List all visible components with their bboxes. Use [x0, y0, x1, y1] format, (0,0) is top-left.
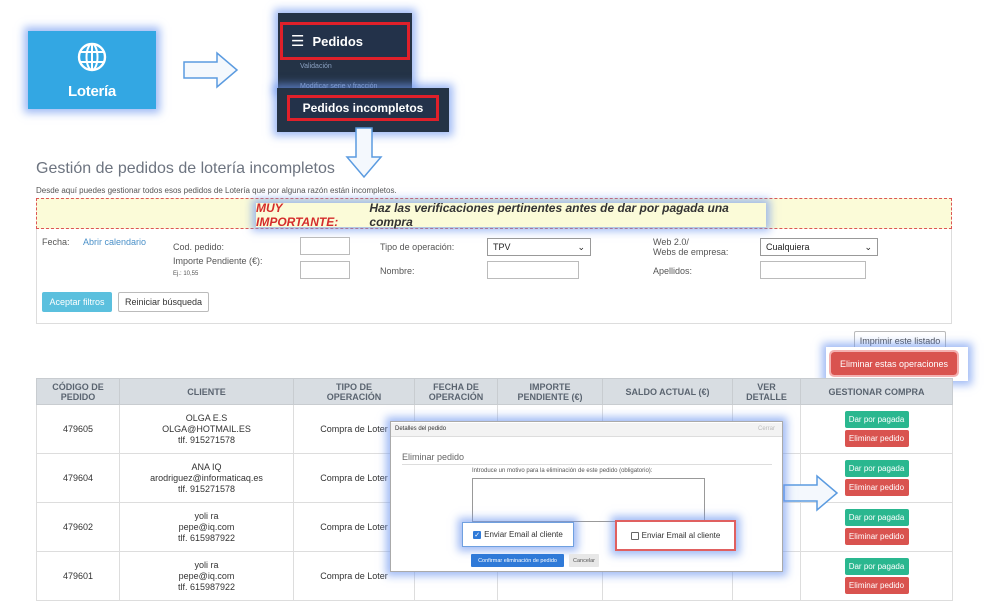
delete-order-button[interactable]: Eliminar pedido: [844, 479, 909, 496]
col-saldo: SALDO ACTUAL (€): [602, 378, 733, 405]
client-name: OLGA E.S: [185, 412, 228, 423]
delete-operations-button[interactable]: Eliminar estas operaciones: [829, 350, 959, 377]
send-email-checked-option[interactable]: ✓ Enviar Email al cliente: [462, 522, 574, 547]
reset-search-button[interactable]: Reiniciar búsqueda: [118, 292, 209, 312]
checkbox-unchecked-icon[interactable]: [630, 531, 639, 540]
table-header-row: CÓDIGO DE PEDIDO CLIENTE TIPO DE OPERACIÓN…: [36, 378, 953, 405]
fecha-label: Fecha:: [42, 237, 70, 247]
mark-paid-button[interactable]: Dar por pagada: [844, 558, 909, 575]
web-label-2: Webs de empresa:: [653, 247, 729, 257]
col-ver: VER DETALLE: [732, 378, 801, 405]
client-cell: OLGA E.S OLGA@HOTMAIL.ES tlf. 915271578: [119, 404, 294, 454]
arrow-right-icon: [783, 474, 839, 514]
delete-order-button[interactable]: Eliminar pedido: [844, 577, 909, 594]
mark-paid-button[interactable]: Dar por pagada: [844, 460, 909, 477]
client-phone: tlf. 915271578: [177, 434, 236, 445]
col-codigo: CÓDIGO DE PEDIDO: [36, 378, 120, 405]
loteria-label: Lotería: [68, 82, 116, 100]
menu-item-pedidos-incompletos[interactable]: Pedidos incompletos: [287, 95, 439, 121]
warning-text: Haz las verificaciones pertinentes antes…: [369, 201, 729, 229]
arrow-right-icon: [183, 51, 239, 91]
apellidos-input[interactable]: [760, 261, 866, 279]
web-select[interactable]: Cualquiera ⌄: [760, 238, 878, 256]
client-email: pepe@iq.com: [178, 570, 235, 581]
chevron-down-icon: ⌄: [864, 241, 872, 252]
menu-sub-item[interactable]: Validación: [300, 63, 332, 70]
importe-label: Importe Pendiente (€):: [173, 256, 263, 266]
cancel-button[interactable]: Cancelar: [569, 554, 599, 567]
reason-textarea[interactable]: [472, 478, 705, 522]
client-cell: yoli ra pepe@iq.com tlf. 615987922: [119, 551, 294, 601]
page-description: Desde aquí puedes gestionar todos esos p…: [36, 186, 397, 195]
col-gestionar: GESTIONAR COMPRA: [800, 378, 953, 405]
apellidos-label: Apellidos:: [653, 266, 693, 276]
col-tipo: TIPO DE OPERACIÓN: [293, 378, 415, 405]
manage-cell: Dar por pagada Eliminar pedido: [800, 551, 953, 601]
cod-pedido-input[interactable]: [300, 237, 350, 255]
mark-paid-button[interactable]: Dar por pagada: [844, 509, 909, 526]
globe-icon: [76, 41, 108, 75]
col-importe: IMPORTE PENDIENTE (€): [497, 378, 603, 405]
list-icon: ☰: [291, 33, 305, 50]
col-cliente: CLIENTE: [119, 378, 294, 405]
order-code: 479601: [36, 551, 120, 601]
modal-title: Eliminar pedido: [402, 452, 465, 462]
modal-close-button[interactable]: Cerrar: [758, 426, 775, 432]
client-email: OLGA@HOTMAIL.ES: [162, 423, 251, 434]
client-name: ANA IQ: [191, 461, 222, 472]
order-code: 479604: [36, 453, 120, 503]
mark-paid-button[interactable]: Dar por pagada: [844, 411, 909, 428]
loteria-tile[interactable]: Lotería: [28, 31, 156, 109]
confirm-delete-button[interactable]: Confirmar eliminación de pedido: [471, 554, 564, 567]
web-value: Cualquiera: [766, 242, 810, 252]
chevron-down-icon: ⌄: [577, 241, 585, 252]
order-code: 479605: [36, 404, 120, 454]
send-email-label: Enviar Email al cliente: [484, 530, 563, 539]
client-cell: ANA IQ arodriguez@informaticaq.es tlf. 915…: [119, 453, 294, 503]
client-phone: tlf. 615987922: [177, 532, 236, 543]
menu-item-pedidos[interactable]: ☰ Pedidos: [280, 22, 410, 60]
modal-prompt: Introduce un motivo para la eliminación …: [472, 468, 653, 474]
menu-item-label: Pedidos: [312, 33, 364, 49]
accept-filters-button[interactable]: Aceptar filtros: [42, 292, 112, 312]
client-phone: tlf. 615987922: [177, 581, 236, 592]
cod-pedido-label: Cod. pedido:: [173, 242, 225, 252]
client-name: yoli ra: [194, 510, 219, 521]
nombre-input[interactable]: [487, 261, 579, 279]
tipo-select[interactable]: TPV ⌄: [487, 238, 591, 256]
manage-cell: Dar por pagada Eliminar pedido: [800, 404, 953, 454]
tipo-label: Tipo de operación:: [380, 242, 455, 252]
modal-header: Detalles del pedido: [391, 423, 782, 437]
order-code: 479602: [36, 502, 120, 552]
client-email: pepe@iq.com: [178, 521, 235, 532]
delete-order-button[interactable]: Eliminar pedido: [844, 430, 909, 447]
delete-order-button[interactable]: Eliminar pedido: [844, 528, 909, 545]
arrow-down-icon: [345, 127, 383, 181]
warning-strong: MUY IMPORTANTE:: [256, 201, 339, 229]
web-label-1: Web 2.0/: [653, 237, 689, 247]
importe-hint: Ej.: 10,55: [173, 271, 199, 277]
client-name: yoli ra: [194, 559, 219, 570]
page-title: Gestión de pedidos de lotería incompleto…: [36, 160, 335, 177]
client-email: arodriguez@informaticaq.es: [150, 472, 263, 483]
checkbox-checked-icon[interactable]: ✓: [473, 530, 482, 539]
warning-message: MUY IMPORTANTE: Haz las verificaciones p…: [256, 201, 766, 229]
modal-divider: [402, 464, 772, 465]
client-cell: yoli ra pepe@iq.com tlf. 615987922: [119, 502, 294, 552]
nombre-label: Nombre:: [380, 266, 415, 276]
send-email-unchecked-option[interactable]: Enviar Email al cliente: [615, 520, 736, 551]
col-fecha: FECHA DE OPERACIÓN: [414, 378, 498, 405]
open-calendar-link[interactable]: Abrir calendario: [83, 237, 146, 247]
client-phone: tlf. 915271578: [177, 483, 236, 494]
importe-input[interactable]: [300, 261, 350, 279]
tipo-value: TPV: [493, 242, 511, 252]
send-email-label: Enviar Email al cliente: [641, 531, 721, 540]
